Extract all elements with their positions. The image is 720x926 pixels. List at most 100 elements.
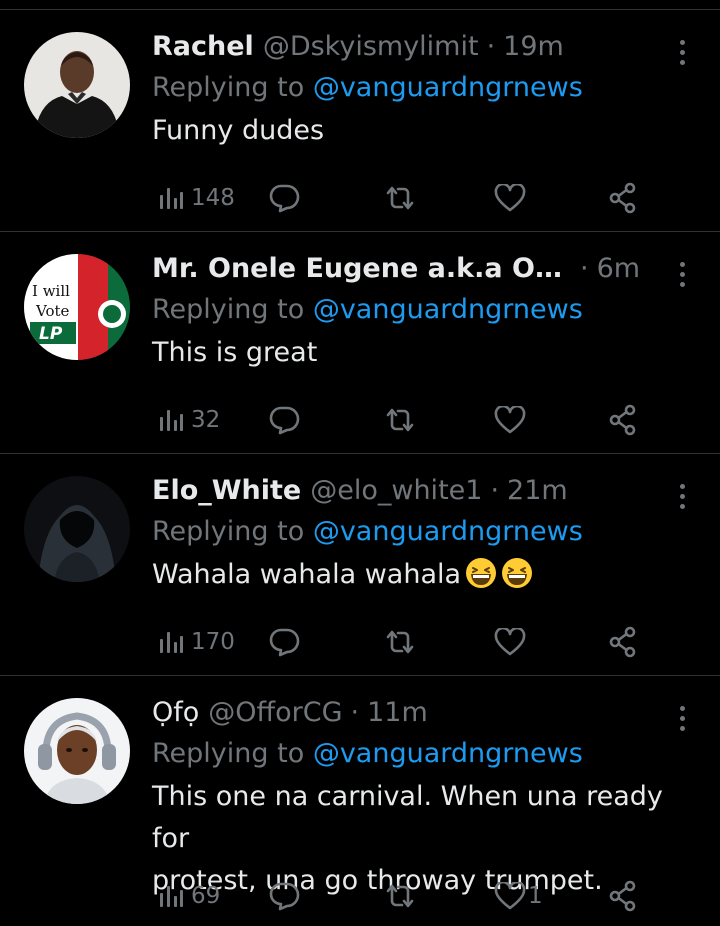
display-name[interactable]: Ọfọ	[152, 694, 199, 732]
badge-line2: Vote	[35, 302, 70, 320]
separator: ·	[580, 253, 589, 284]
user-handle[interactable]: @Dskyismylimit	[263, 28, 479, 66]
retweet-button[interactable]	[384, 628, 416, 656]
mention-link[interactable]: @vanguardngrnews	[313, 294, 583, 325]
views-icon	[160, 188, 183, 209]
retweet-icon	[386, 408, 414, 432]
replying-prefix: Replying to	[152, 72, 305, 103]
views-button[interactable]: 32	[158, 407, 220, 433]
action-bar: 32	[152, 400, 690, 440]
timestamp[interactable]: 19m	[503, 28, 564, 66]
tweet-text: Funny dudes	[152, 115, 325, 146]
retweet-icon	[386, 186, 414, 210]
reply-icon	[269, 882, 300, 911]
replying-prefix: Replying to	[152, 738, 305, 769]
more-options-icon[interactable]	[674, 484, 690, 514]
tweet-text: Wahala wahala wahala	[152, 554, 690, 596]
separator: ·	[350, 697, 360, 728]
heart-icon	[494, 184, 526, 212]
like-button[interactable]	[494, 184, 533, 212]
more-options-icon[interactable]	[674, 262, 690, 292]
retweet-button[interactable]	[384, 406, 416, 434]
separator: ·	[490, 475, 500, 506]
timestamp[interactable]: 11m	[367, 694, 428, 732]
retweet-button[interactable]	[384, 184, 416, 212]
tweet[interactable]: I will Vote LP Mr. Onele Eugene a.k.a Ob…	[0, 232, 720, 454]
share-icon	[609, 182, 636, 214]
replying-to: Replying to @vanguardngrnews	[152, 288, 690, 332]
tweet[interactable]: Elo_White @elo_white1 · 21m Replying to …	[0, 454, 720, 676]
badge-line1: I will	[32, 282, 70, 300]
timestamp[interactable]: 6m	[597, 250, 640, 288]
replying-to: Replying to @vanguardngrnews	[152, 66, 690, 110]
avatar-image: I will Vote LP	[24, 254, 130, 360]
share-button[interactable]	[608, 404, 638, 436]
like-button[interactable]	[494, 628, 533, 656]
reply-icon	[269, 406, 300, 435]
heart-icon	[494, 882, 526, 910]
avatar[interactable]	[24, 476, 130, 582]
user-handle[interactable]: @OfforCG	[208, 694, 342, 732]
tweet[interactable]: Rachel @Dskyismylimit · 19m Replying to …	[0, 10, 720, 232]
retweet-icon	[386, 884, 414, 908]
replying-prefix: Replying to	[152, 294, 305, 325]
top-divider	[0, 0, 720, 10]
action-bar: 170	[152, 622, 690, 662]
views-count: 32	[191, 407, 221, 433]
reply-button[interactable]	[268, 627, 300, 657]
share-icon	[609, 880, 636, 912]
avatar-image	[24, 476, 130, 582]
mention-link[interactable]: @vanguardngrnews	[313, 516, 583, 547]
replying-to: Replying to @vanguardngrnews	[152, 732, 690, 776]
reply-button[interactable]	[268, 405, 300, 435]
share-button[interactable]	[608, 626, 638, 658]
reply-icon	[269, 184, 300, 213]
views-button[interactable]: 170	[158, 629, 235, 655]
avatar-image	[24, 32, 130, 138]
share-button[interactable]	[608, 880, 638, 912]
mention-link[interactable]: @vanguardngrnews	[313, 738, 583, 769]
replying-prefix: Replying to	[152, 516, 305, 547]
action-bar: 69 1	[152, 876, 690, 916]
views-button[interactable]: 69	[158, 883, 220, 909]
tweet-text: This is great	[152, 337, 318, 368]
retweet-button[interactable]	[384, 882, 416, 910]
display-name[interactable]: Rachel	[152, 28, 254, 66]
user-handle[interactable]: @elo_white1	[310, 472, 482, 510]
heart-icon	[494, 628, 526, 656]
like-button[interactable]: 1	[494, 882, 543, 910]
like-button[interactable]	[494, 406, 533, 434]
tweet[interactable]: Ọfọ @OfforCG · 11m Replying to @vanguard…	[0, 676, 720, 926]
views-icon	[160, 632, 183, 653]
separator: ·	[486, 31, 496, 62]
retweet-icon	[386, 630, 414, 654]
share-icon	[609, 626, 636, 658]
heart-icon	[494, 406, 526, 434]
like-count: 1	[528, 883, 543, 909]
reply-button[interactable]	[268, 183, 300, 213]
tweet-header: Rachel @Dskyismylimit · 19m	[152, 28, 690, 66]
tweet-header: Mr. Onele Eugene a.k.a Obic... · 6m	[152, 250, 690, 288]
views-button[interactable]: 148	[158, 185, 235, 211]
avatar[interactable]	[24, 698, 130, 804]
display-name[interactable]: Mr. Onele Eugene a.k.a Obic...	[152, 250, 572, 288]
replying-to: Replying to @vanguardngrnews	[152, 510, 690, 554]
reply-icon	[269, 628, 300, 657]
more-options-icon[interactable]	[674, 706, 690, 736]
action-bar: 148	[152, 178, 690, 218]
grinning-squinting-face-icon	[502, 558, 533, 588]
tweet-text-content: Wahala wahala wahala	[152, 559, 462, 590]
grinning-squinting-face-icon	[466, 558, 497, 588]
timestamp[interactable]: 21m	[507, 472, 568, 510]
display-name[interactable]: Elo_White	[152, 472, 301, 510]
share-button[interactable]	[608, 182, 638, 214]
tweet-text: This one na carnival. When una ready for	[152, 781, 663, 854]
more-options-icon[interactable]	[674, 40, 690, 70]
mention-link[interactable]: @vanguardngrnews	[313, 72, 583, 103]
avatar[interactable]	[24, 32, 130, 138]
views-icon	[160, 886, 183, 907]
reply-button[interactable]	[268, 881, 300, 911]
avatar[interactable]: I will Vote LP	[24, 254, 130, 360]
views-count: 170	[191, 629, 235, 655]
tweet-header: Ọfọ @OfforCG · 11m	[152, 694, 690, 732]
